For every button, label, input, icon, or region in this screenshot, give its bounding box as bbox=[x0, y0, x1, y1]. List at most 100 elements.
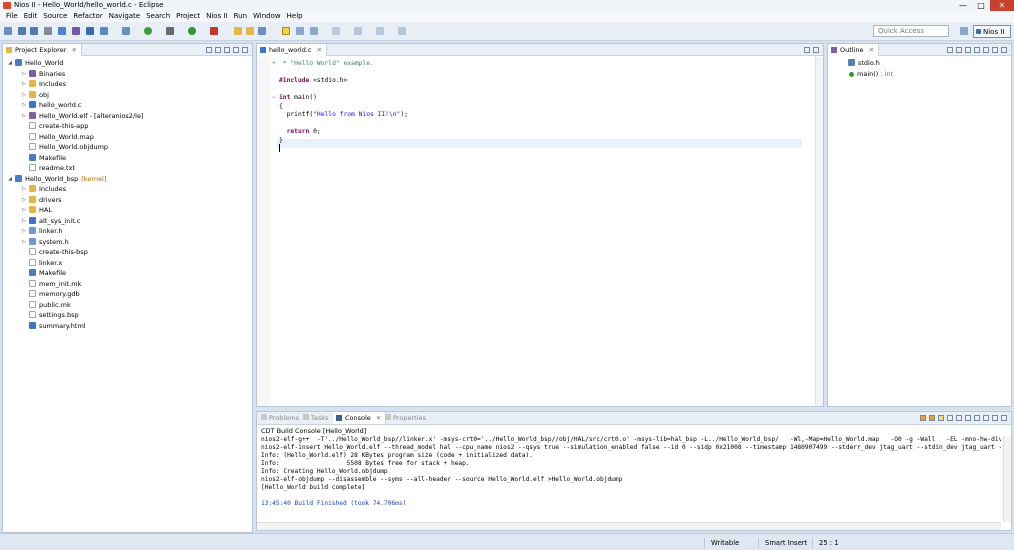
toggle-mark-icon[interactable] bbox=[282, 27, 290, 35]
tree-item[interactable]: linker.x bbox=[29, 258, 62, 269]
collapsed-arrow-icon[interactable]: ▷ bbox=[20, 90, 28, 101]
tab-console[interactable]: Console ✕ bbox=[333, 412, 387, 424]
fold-marker-icon[interactable]: − bbox=[272, 93, 276, 102]
tree-item[interactable]: ▷ drivers bbox=[22, 195, 62, 206]
tab-hello-world-c[interactable]: hello_world.c ✕ bbox=[257, 44, 328, 56]
hide-static-icon[interactable] bbox=[965, 47, 971, 53]
show-whitespace-icon[interactable] bbox=[296, 27, 304, 35]
tree-item[interactable]: memory.gdb bbox=[29, 289, 80, 300]
collapsed-arrow-icon[interactable]: ▷ bbox=[20, 237, 28, 248]
tree-item[interactable]: create-this-app bbox=[29, 121, 88, 132]
tree-item[interactable]: ▷ Includes bbox=[22, 184, 66, 195]
outline-item-main[interactable]: main(): int bbox=[848, 69, 893, 80]
collapsed-arrow-icon[interactable]: ▷ bbox=[20, 195, 28, 206]
minimize-outline-icon[interactable] bbox=[1001, 47, 1007, 53]
console-vertical-scrollbar[interactable] bbox=[1003, 436, 1011, 522]
collapsed-arrow-icon[interactable]: ▷ bbox=[20, 184, 28, 195]
hide-non-public-icon[interactable] bbox=[974, 47, 980, 53]
collapsed-arrow-icon[interactable]: ▷ bbox=[20, 226, 28, 237]
expanded-arrow-icon[interactable]: ◢ bbox=[6, 58, 14, 69]
external-tools-icon[interactable] bbox=[210, 27, 218, 35]
tree-item[interactable]: readme.txt bbox=[29, 163, 75, 174]
quick-access-input[interactable]: Quick Access bbox=[873, 25, 949, 37]
close-button[interactable]: ✕ bbox=[990, 0, 1014, 11]
save-icon[interactable] bbox=[18, 27, 26, 35]
remove-launch-icon[interactable] bbox=[929, 415, 935, 421]
print-icon[interactable] bbox=[44, 27, 52, 35]
menu-search[interactable]: Search bbox=[143, 11, 173, 22]
close-outline-tab-icon[interactable]: ✕ bbox=[869, 46, 874, 54]
minimize-button[interactable]: — bbox=[954, 0, 972, 11]
fold-marker-icon[interactable]: + bbox=[272, 59, 276, 68]
run-icon[interactable] bbox=[188, 27, 196, 35]
tab-tasks[interactable]: Tasks bbox=[303, 412, 328, 424]
menu-window[interactable]: Window bbox=[250, 11, 284, 22]
new-icon[interactable] bbox=[4, 27, 12, 35]
console-horizontal-scrollbar[interactable] bbox=[257, 522, 1001, 530]
close-editor-tab-icon[interactable]: ✕ bbox=[317, 46, 322, 54]
tree-item[interactable]: ▷ alt_sys_init.c bbox=[22, 216, 80, 227]
collapsed-arrow-icon[interactable]: ▷ bbox=[20, 79, 28, 90]
minimize-console-icon[interactable] bbox=[992, 415, 998, 421]
tree-item[interactable]: Makefile bbox=[29, 153, 66, 164]
menu-help[interactable]: Help bbox=[284, 11, 306, 22]
tree-item[interactable]: ▷ Binaries bbox=[22, 69, 65, 80]
last-edit-icon[interactable] bbox=[398, 27, 406, 35]
menu-nios-ii[interactable]: Nios II bbox=[203, 11, 230, 22]
tree-item[interactable]: Makefile bbox=[29, 268, 66, 279]
perspective-nios-ii-button[interactable]: Nios II bbox=[973, 25, 1011, 38]
menu-source[interactable]: Source bbox=[40, 11, 70, 22]
menu-run[interactable]: Run bbox=[231, 11, 250, 22]
view-menu-icon[interactable] bbox=[224, 47, 230, 53]
expanded-arrow-icon[interactable]: ◢ bbox=[6, 174, 14, 185]
tree-item[interactable]: create-this-bsp bbox=[29, 247, 88, 258]
tree-item[interactable]: public.mk bbox=[29, 300, 71, 311]
open-perspective-icon[interactable] bbox=[960, 27, 968, 35]
tree-item[interactable]: ▷ hello_world.c bbox=[22, 100, 82, 111]
new-class-icon[interactable] bbox=[100, 27, 108, 35]
tab-problems[interactable]: Problems bbox=[261, 412, 299, 424]
tree-project-item[interactable]: ◢ Hello_World_bsp [kernel] bbox=[8, 174, 106, 185]
menu-project[interactable]: Project bbox=[173, 11, 203, 22]
maximize-view-icon[interactable] bbox=[242, 47, 248, 53]
tree-item[interactable]: ▷ Includes bbox=[22, 79, 66, 90]
debug-config-icon[interactable] bbox=[166, 27, 174, 35]
editor-vertical-scrollbar[interactable] bbox=[815, 57, 823, 406]
tree-project-item[interactable]: ◢ Hello_World bbox=[8, 58, 63, 69]
outline-menu-icon[interactable] bbox=[992, 47, 998, 53]
tab-properties[interactable]: Properties bbox=[385, 412, 426, 424]
menu-refactor[interactable]: Refactor bbox=[70, 11, 105, 22]
maximize-editor-icon[interactable] bbox=[813, 47, 819, 53]
maximize-button[interactable]: □ bbox=[972, 0, 990, 11]
menu-navigate[interactable]: Navigate bbox=[106, 11, 143, 22]
outline-item-include[interactable]: stdio.h bbox=[848, 58, 880, 69]
open-console-icon[interactable] bbox=[974, 415, 980, 421]
tree-item[interactable]: ▷ Hello_World.elf - [alteranios2/le] bbox=[22, 111, 143, 122]
previous-annotation-icon[interactable] bbox=[332, 27, 340, 35]
close-tab-icon[interactable]: ✕ bbox=[71, 46, 76, 54]
tree-item[interactable]: ▷ obj bbox=[22, 90, 49, 101]
minimize-view-icon[interactable] bbox=[233, 47, 239, 53]
tree-item[interactable]: ▷ system.h bbox=[22, 237, 69, 248]
tree-item[interactable]: ▷ HAL bbox=[22, 205, 52, 216]
hide-fields-icon[interactable] bbox=[956, 47, 962, 53]
collapse-all-icon[interactable] bbox=[206, 47, 212, 53]
new-package-icon[interactable] bbox=[144, 27, 152, 35]
collapsed-arrow-icon[interactable]: ▷ bbox=[20, 69, 28, 80]
sort-icon[interactable] bbox=[947, 47, 953, 53]
scroll-lock-icon[interactable] bbox=[938, 415, 944, 421]
maximize-console-icon[interactable] bbox=[1001, 415, 1007, 421]
minimize-editor-icon[interactable] bbox=[804, 47, 810, 53]
tree-item[interactable]: ▷ linker.h bbox=[22, 226, 63, 237]
display-console-icon[interactable] bbox=[965, 415, 971, 421]
tree-item[interactable]: settings.bsp bbox=[29, 310, 79, 321]
menu-file[interactable]: File bbox=[3, 11, 21, 22]
next-annotation-icon[interactable] bbox=[310, 27, 318, 35]
tree-item[interactable]: Hello_World.objdump bbox=[29, 142, 108, 153]
link-editor-icon[interactable] bbox=[215, 47, 221, 53]
tab-project-explorer[interactable]: Project Explorer ✕ bbox=[3, 44, 82, 56]
clear-console-icon[interactable] bbox=[947, 415, 953, 421]
tree-item[interactable]: Hello_World.map bbox=[29, 132, 94, 143]
back-icon[interactable] bbox=[354, 27, 362, 35]
terminate-icon[interactable] bbox=[920, 415, 926, 421]
